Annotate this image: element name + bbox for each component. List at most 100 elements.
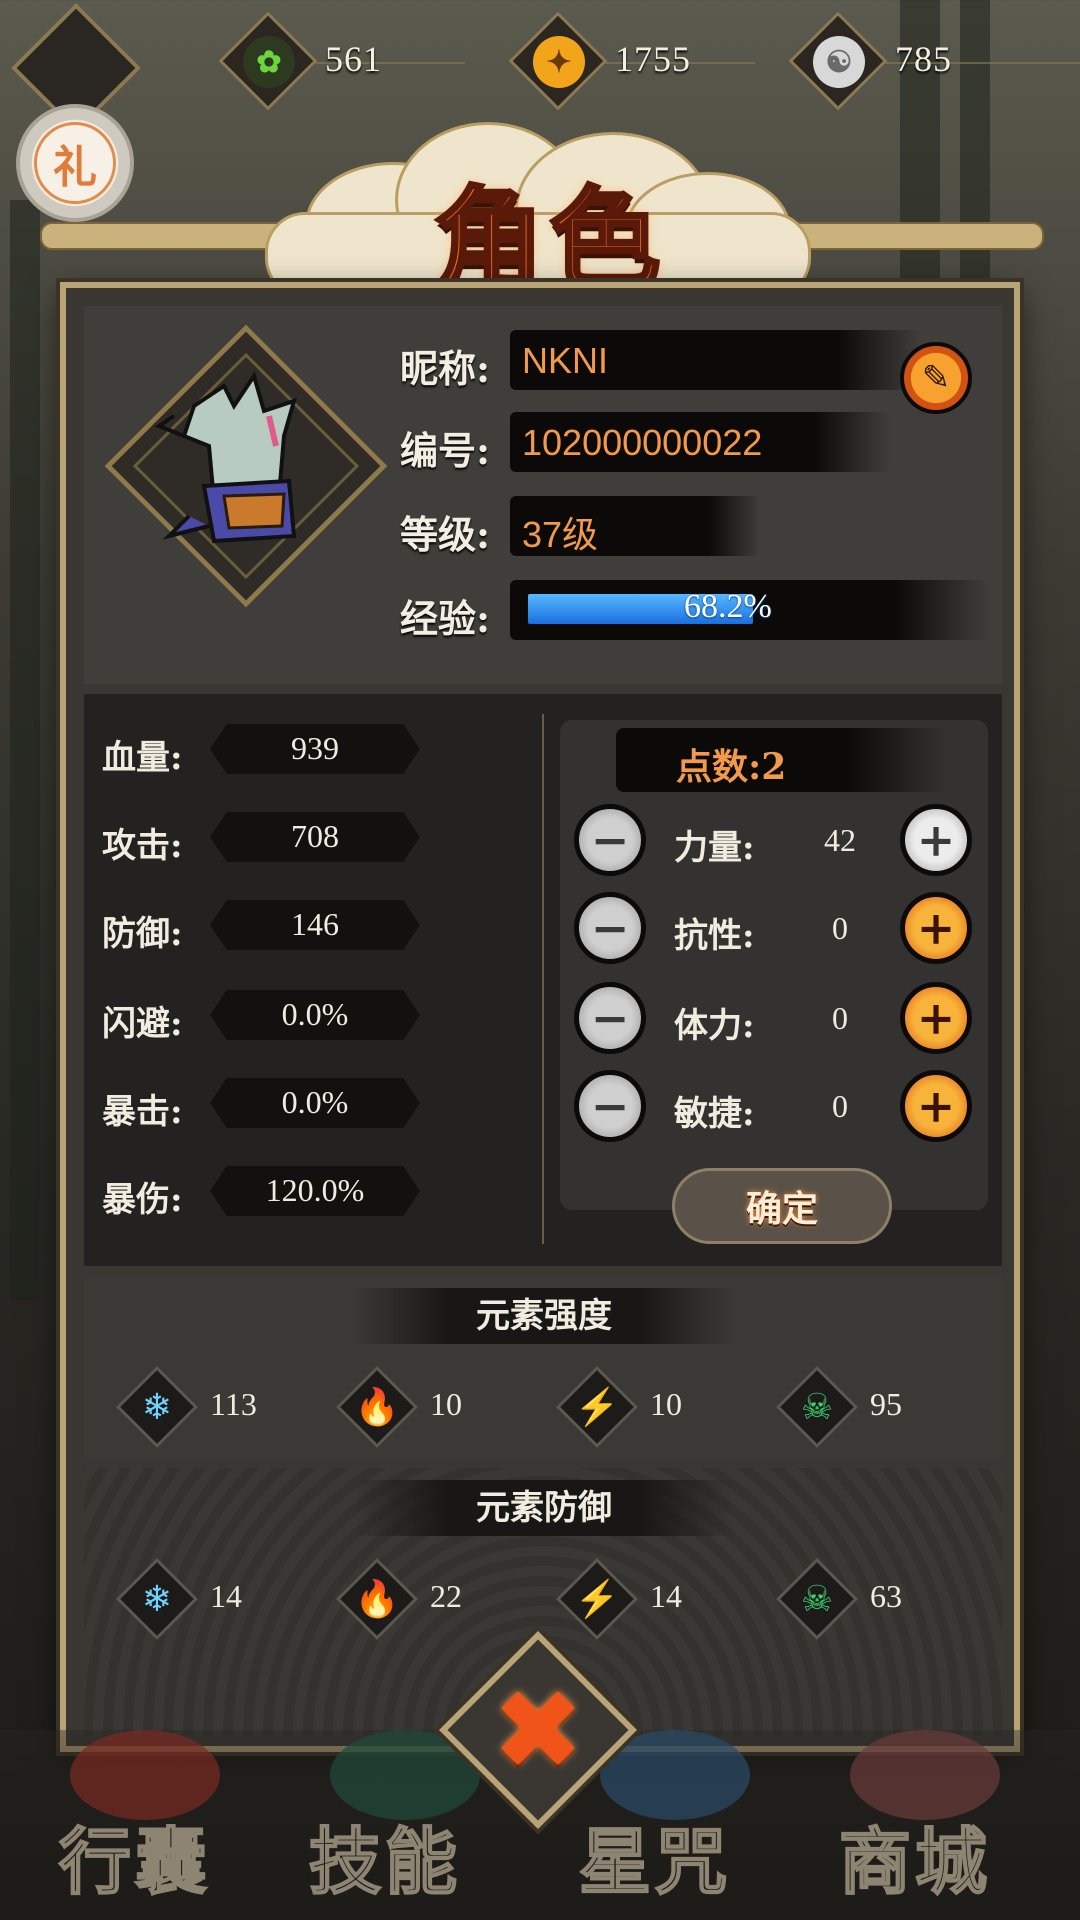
element-strength-section: 元素强度 ❄ 113 🔥 10 ⚡ 10 ☠ 95 [84, 1276, 1002, 1458]
plus-button[interactable]: + [900, 982, 972, 1054]
edit-nickname-button[interactable]: ✎ [900, 342, 972, 414]
element-value: 14 [210, 1578, 242, 1614]
stat-label: 攻击: [102, 826, 183, 866]
id-value: 102000000022 [522, 422, 763, 463]
nav-shop[interactable]: 商城 [800, 1803, 1030, 1908]
attr-label: 敏捷: [674, 1094, 755, 1134]
stat-label: 血量: [102, 738, 183, 778]
ice-icon: ❄ [141, 1386, 173, 1428]
minus-button[interactable]: − [574, 804, 646, 876]
points-value: 点数:2 [676, 746, 787, 788]
plus-button[interactable]: + [900, 1070, 972, 1142]
attr-label: 力量: [674, 828, 755, 868]
swirl-value: 785 [895, 39, 952, 79]
nickname-value: NKNI [522, 340, 609, 381]
swirl-coin-icon: ☯ [813, 36, 865, 88]
close-button[interactable]: ✖ [468, 1660, 608, 1800]
close-icon: ✖ [491, 1666, 585, 1794]
fire-icon: 🔥 [354, 1579, 400, 1620]
minus-button[interactable]: − [574, 1070, 646, 1142]
attr-value: 0 [832, 1000, 848, 1036]
element-item: ⚡ 10 [555, 1365, 758, 1449]
element-item: 🔥 10 [335, 1365, 538, 1449]
attr-row-agility: − 敏捷: 0 + [574, 1070, 974, 1148]
currency-gold: ✦ 1755 [508, 11, 755, 111]
minus-button[interactable]: − [574, 982, 646, 1054]
element-item: 🔥 22 [335, 1557, 538, 1641]
element-item: ☠ 63 [775, 1557, 978, 1641]
avatar [154, 371, 297, 544]
id-row: 编号: 102000000022 [400, 412, 990, 473]
level-value: 37级 [522, 514, 599, 555]
stats-section: 血量: 939 攻击: 708 防御: 146 闪避: 0.0% 暴击: 0.0… [84, 694, 1002, 1266]
nickname-label: 昵称: [400, 346, 491, 391]
attr-label: 体力: [674, 1006, 755, 1046]
level-label: 等级: [400, 512, 491, 557]
nav-bag[interactable]: 行囊 [20, 1803, 250, 1908]
fire-icon: 🔥 [354, 1387, 400, 1428]
points-header: 点数:2 [616, 728, 946, 792]
id-label: 编号: [400, 428, 491, 473]
element-strength-title: 元素强度 [354, 1288, 734, 1344]
ice-icon: ❄ [141, 1578, 173, 1620]
attr-value: 0 [832, 1088, 848, 1124]
gift-label: 礼 [34, 122, 116, 204]
confirm-button[interactable]: 确定 [672, 1168, 892, 1244]
element-strength-title-text: 元素强度 [476, 1296, 612, 1336]
stat-value: 708 [291, 818, 339, 854]
currency-bar: ✿ 561 ✦ 1755 ☯ 785 [218, 11, 1080, 111]
nav-star-spell[interactable]: 星咒 [540, 1803, 770, 1908]
attr-value: 0 [832, 910, 848, 946]
stat-label: 暴击: [102, 1092, 183, 1132]
exp-row: 经验: 68.2% [400, 580, 990, 641]
attr-row-resistance: − 抗性: 0 + [574, 892, 974, 970]
attr-label: 抗性: [674, 916, 755, 956]
element-value: 10 [430, 1386, 462, 1422]
stat-value: 120.0% [265, 1172, 365, 1208]
jade-value: 561 [325, 39, 382, 79]
nav-skills[interactable]: 技能 [270, 1803, 500, 1908]
stat-value: 146 [291, 906, 339, 942]
element-defense-title-text: 元素防御 [476, 1488, 612, 1528]
background-bamboo [10, 200, 40, 1300]
element-value: 14 [650, 1578, 682, 1614]
stat-label: 暴伤: [102, 1180, 183, 1220]
plus-button[interactable]: + [900, 892, 972, 964]
attr-row-strength: − 力量: 42 + [574, 804, 974, 882]
poison-skull-icon: ☠ [800, 1578, 834, 1620]
lightning-icon: ⚡ [574, 1387, 620, 1428]
stat-label: 防御: [102, 914, 183, 954]
element-value: 113 [210, 1386, 257, 1422]
plus-button[interactable]: + [900, 804, 972, 876]
exp-label: 经验: [400, 596, 491, 641]
attr-value: 42 [824, 822, 856, 858]
stat-value: 0.0% [281, 996, 349, 1032]
lightning-icon: ⚡ [574, 1579, 620, 1620]
profile-section: 昵称: NKNI ✎ 编号: 102000000022 等级: 37级 经验: … [84, 306, 1002, 684]
element-item: ⚡ 14 [555, 1557, 758, 1641]
element-value: 22 [430, 1578, 462, 1614]
points-panel: 点数:2 − 力量: 42 + − 抗性: 0 + − 体力: 0 + − 敏捷… [560, 720, 988, 1244]
jade-icon: ✿ [243, 36, 295, 88]
stat-value: 939 [291, 730, 339, 766]
character-panel: 昵称: NKNI ✎ 编号: 102000000022 等级: 37级 经验: … [60, 282, 1020, 1752]
element-item: ❄ 113 [115, 1365, 318, 1449]
gift-button[interactable]: 礼 [16, 104, 134, 222]
divider [542, 714, 544, 1244]
level-row: 等级: 37级 [400, 496, 990, 557]
gold-value: 1755 [615, 39, 691, 79]
element-item: ❄ 14 [115, 1557, 318, 1641]
stat-label: 闪避: [102, 1004, 183, 1044]
stat-value: 0.0% [281, 1084, 349, 1120]
gold-coin-icon: ✦ [533, 36, 585, 88]
exp-value: 68.2% [684, 588, 772, 625]
element-item: ☠ 95 [775, 1365, 978, 1449]
brush-icon: ✎ [921, 358, 951, 398]
attr-row-stamina: − 体力: 0 + [574, 982, 974, 1060]
currency-swirl: ☯ 785 [788, 11, 1080, 111]
minus-button[interactable]: − [574, 892, 646, 964]
element-defense-title: 元素防御 [354, 1480, 734, 1536]
element-value: 10 [650, 1386, 682, 1422]
element-value: 63 [870, 1578, 902, 1614]
poison-skull-icon: ☠ [800, 1386, 834, 1428]
